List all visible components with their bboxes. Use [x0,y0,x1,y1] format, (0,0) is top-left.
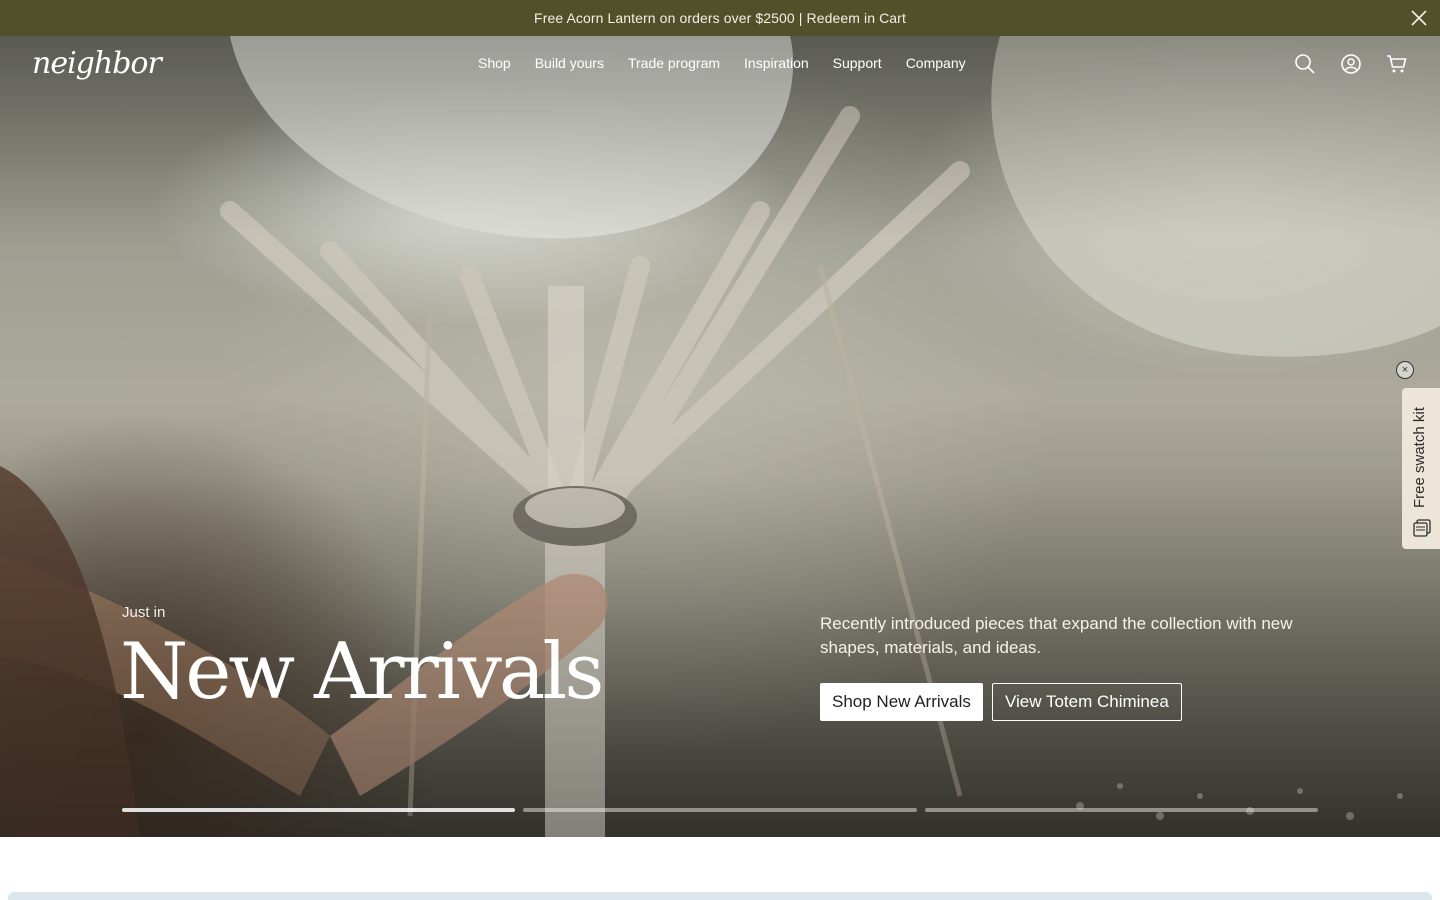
nav-trade-program[interactable]: Trade program [628,55,720,71]
nav-support[interactable]: Support [833,55,882,71]
next-section-preview [8,892,1432,900]
swatch-label: Free swatch kit [1411,407,1428,508]
cart-icon[interactable] [1386,53,1408,75]
search-icon[interactable] [1294,53,1316,75]
slide-progress [122,808,1318,812]
nav-inspiration[interactable]: Inspiration [744,55,809,71]
header-tools [1294,53,1408,75]
swatch-close-button[interactable]: × [1396,361,1414,379]
slide-indicator-3[interactable] [924,808,1318,812]
hero-eyebrow: Just in [122,604,166,621]
site-header: neighbor Shop Build yours Trade program … [0,36,1440,92]
view-totem-chiminea-button[interactable]: View Totem Chiminea [992,683,1182,721]
swatch-icon [1413,519,1431,537]
announcement-text[interactable]: Free Acorn Lantern on orders over $2500 … [534,10,906,26]
main-nav: Shop Build yours Trade program Inspirati… [478,55,966,71]
slide-indicator-2[interactable] [523,808,917,812]
account-icon[interactable] [1340,53,1362,75]
announcement-bar: Free Acorn Lantern on orders over $2500 … [0,0,1440,36]
hero-description: Recently introduced pieces that expand t… [820,614,1293,657]
shop-new-arrivals-button[interactable]: Shop New Arrivals [820,683,983,721]
nav-shop[interactable]: Shop [478,55,511,71]
logo[interactable]: neighbor [32,44,162,86]
slide-indicator-1[interactable] [122,808,516,812]
nav-company[interactable]: Company [906,55,966,71]
hero-title: New Arrivals [120,627,604,717]
free-swatch-kit-tab[interactable]: Free swatch kit [1402,388,1440,549]
nav-build-yours[interactable]: Build yours [535,55,604,71]
close-icon[interactable] [1410,9,1428,27]
